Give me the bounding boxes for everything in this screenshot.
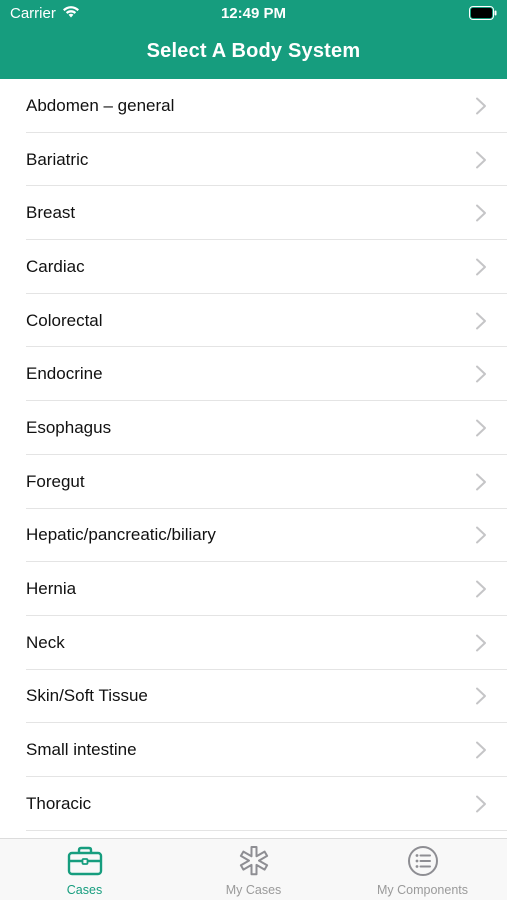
chevron-right-icon [476,741,486,759]
battery-icon [469,6,497,20]
chevron-right-icon [476,419,486,437]
chevron-right-icon [476,97,486,115]
body-system-list: Abdomen – general Bariatric Breast Cardi… [0,79,507,831]
tab-my-components[interactable]: My Components [338,839,507,900]
chevron-right-icon [476,526,486,544]
list-icon [407,846,438,876]
chevron-right-icon [476,580,486,598]
status-bar: Carrier 12:49 PM [0,0,507,30]
list-item[interactable]: Neck [0,615,507,670]
list-item-label: Cardiac [26,256,85,276]
asterisk-icon [239,846,268,876]
chevron-right-icon [476,258,486,276]
list-item[interactable]: Skin/Soft Tissue [0,669,507,724]
list-item-label: Small intestine [26,740,137,760]
list-item[interactable]: Bariatric [0,132,507,187]
briefcase-icon [67,846,102,876]
navigation-header: Carrier 12:49 PM Select A Body System [0,0,507,79]
list-item[interactable]: Foregut [0,454,507,509]
list-item[interactable]: Hernia [0,562,507,616]
list-item[interactable]: Abdomen – general [0,79,507,133]
tab-label: My Components [376,883,468,897]
list-item-label: Skin/Soft Tissue [26,686,148,706]
list-item[interactable]: Thoracic [0,776,507,831]
list-item-label: Hepatic/pancreatic/biliary [26,525,216,545]
page-title: Select A Body System [146,40,361,62]
list-item-label: Thoracic [26,793,92,813]
tab-bar: Cases My Cases My Components [0,838,507,900]
list-item[interactable]: Hepatic/pancreatic/biliary [0,508,507,563]
tab-label: Cases [66,883,103,897]
list-item-label: Foregut [26,471,85,491]
list-item[interactable]: Endocrine [0,347,507,402]
chevron-right-icon [476,312,486,330]
list-item-label: Abdomen – general [26,95,175,115]
list-item-label: Esophagus [26,417,112,437]
list-item-label: Hernia [26,579,77,599]
list-item-label: Endocrine [26,364,103,384]
chevron-right-icon [476,365,486,383]
list-item[interactable]: Breast [0,186,507,241]
chevron-right-icon [476,634,486,652]
tab-my-cases[interactable]: My Cases [169,839,338,900]
list-item-label: Neck [26,632,65,652]
tab-label: My Cases [225,883,282,897]
chevron-right-icon [476,687,486,705]
list-item-label: Bariatric [26,149,89,169]
tab-cases[interactable]: Cases [0,839,169,900]
chevron-right-icon [476,795,486,813]
chevron-right-icon [476,151,486,169]
chevron-right-icon [476,204,486,222]
list-item[interactable]: Colorectal [0,293,507,348]
list-item[interactable]: Small intestine [0,723,507,777]
list-item[interactable]: Esophagus [0,401,507,455]
list-item[interactable]: Cardiac [0,240,507,294]
list-item-label: Colorectal [26,310,103,330]
clock: 12:49 PM [220,5,287,22]
list-item-label: Breast [26,203,76,223]
chevron-right-icon [476,473,486,491]
screen: Carrier 12:49 PM Select A Body System Ab… [0,0,507,900]
